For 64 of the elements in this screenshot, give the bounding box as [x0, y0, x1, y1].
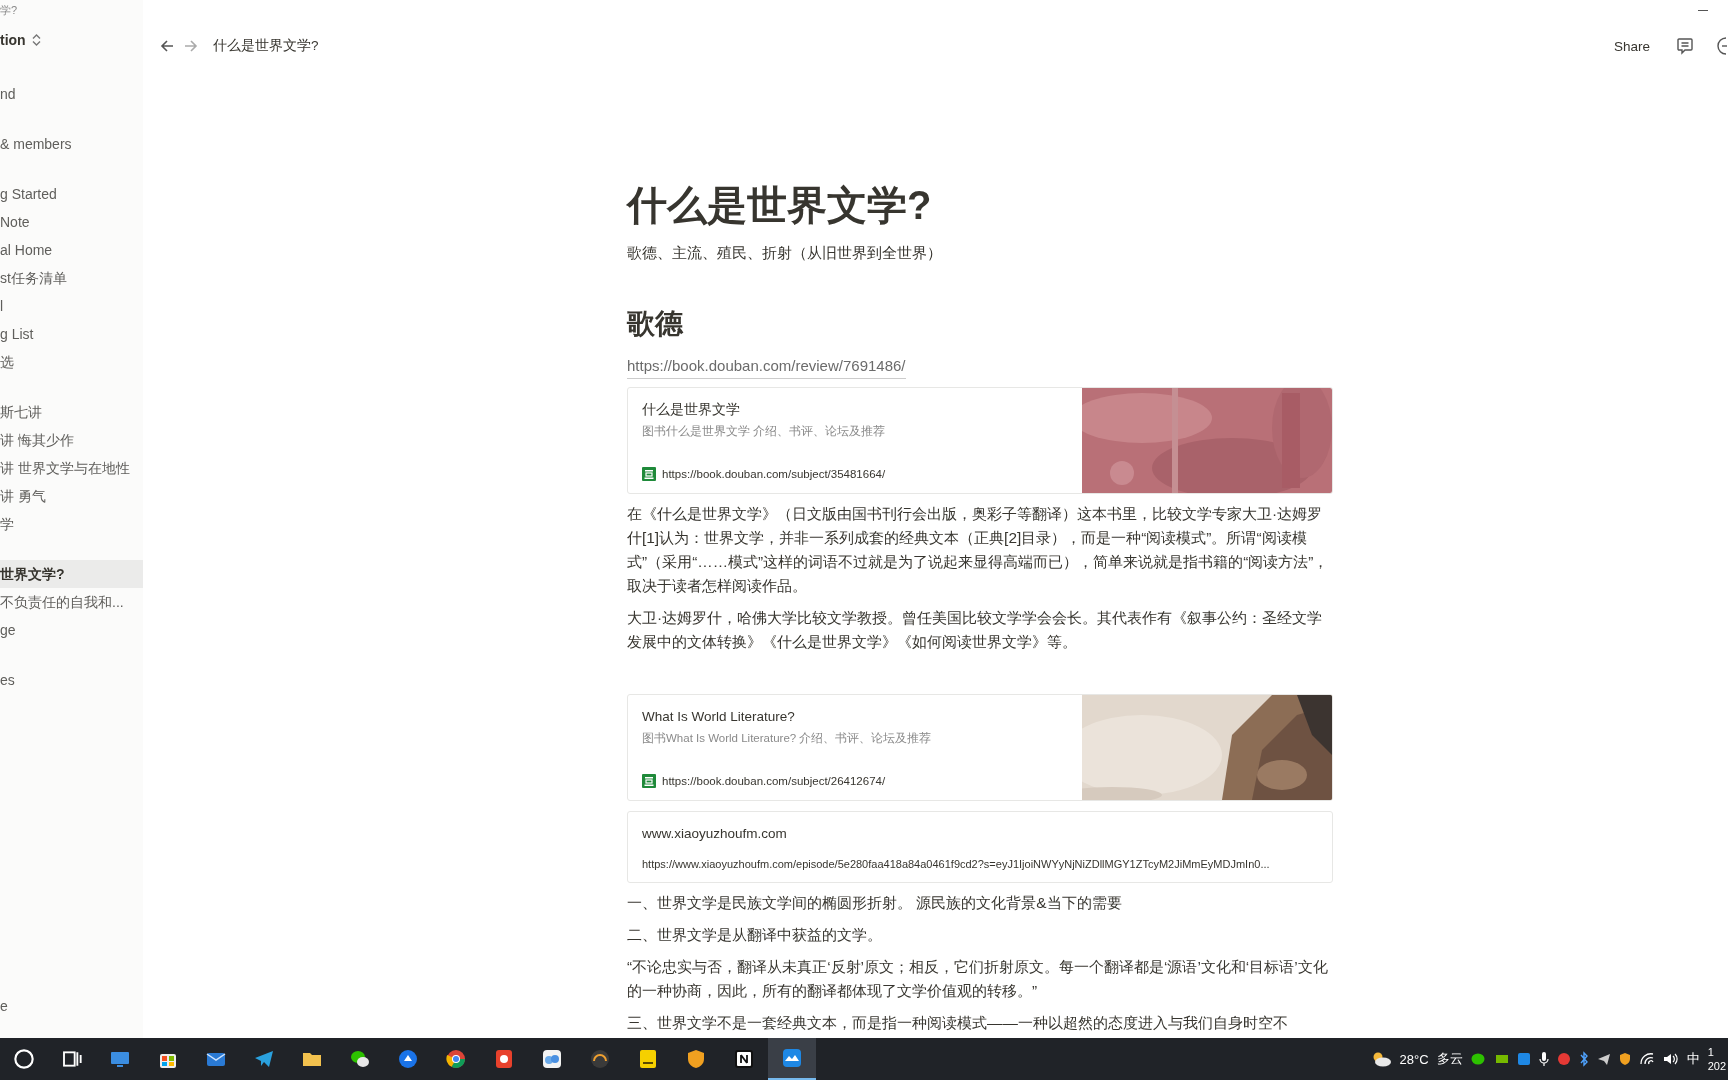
- bookmark-title: www.xiaoyuzhoufm.com: [642, 825, 788, 843]
- comment-icon[interactable]: [1676, 37, 1694, 55]
- sidebar-item[interactable]: es: [0, 666, 143, 694]
- paragraph: 在《什么是世界文学》（日文版由国书刊行会出版，奥彩子等翻译）这本书里，比较文学专家大卫·达姆罗什[1]认为：世界文学，并非一系列成套的经典文本（正典[2]目录），而是一种“阅读模式”。所谓“阅读模式”（采用“……模式”这样的词语不过就是为了说起来显得高端而已），简单来说就是指书籍的“阅读方法”，取决于读者怎样阅读作品。: [627, 504, 1330, 596]
- sidebar-item[interactable]: 讲 世界文学与在地性: [0, 454, 143, 482]
- sidebar-item[interactable]: g Started: [0, 180, 143, 208]
- sidebar-item[interactable]: Note: [0, 208, 143, 236]
- paragraph: 一、世界文学是民族文学间的椭圆形折射。 源民族的文化背景&当下的需要: [627, 893, 1123, 913]
- bookmark-description: 图书What Is World Literature? 介绍、书评、论坛及推荐: [642, 731, 933, 746]
- sidebar-item[interactable]: g List: [0, 320, 143, 348]
- share-button[interactable]: Share: [1613, 38, 1650, 54]
- input-method-indicator[interactable]: 中: [1686, 1050, 1700, 1068]
- sidebar-item[interactable]: ge: [0, 616, 143, 644]
- page-subtitle: 歌德、主流、殖民、折射（从旧世界到全世界）: [627, 243, 943, 263]
- bookmark-url: https://www.xiaoyuzhoufm.com/episode/5e280faa418a84a0461f9cd2?s=eyJ1IjoiNWYyNjNiZDllMGY1ZTcyM2JiMmEyMDJmIn0...: [642, 858, 1270, 870]
- send-tray-icon[interactable]: [1596, 1052, 1611, 1066]
- volume-icon[interactable]: [1662, 1052, 1679, 1066]
- sidebar-item[interactable]: l: [0, 292, 143, 320]
- breadcrumb[interactable]: 什么是世界文学?: [213, 37, 319, 55]
- bookmark-card[interactable]: 什么是世界文学 图书什么是世界文学 介绍、书评、论坛及推荐 https://book.douban.com/subject/35481664/: [627, 387, 1333, 494]
- window-title: 学?: [0, 4, 18, 16]
- updown-chevron-icon[interactable]: [31, 34, 41, 46]
- back-arrow-icon[interactable]: [159, 38, 175, 54]
- circle-tray-icon[interactable]: [1556, 1052, 1571, 1066]
- chat-tray-icon[interactable]: [1470, 1052, 1487, 1066]
- clock[interactable]: 1 202: [1707, 1045, 1728, 1073]
- bookmark-url: https://book.douban.com/subject/26412674/: [662, 775, 886, 787]
- bookmark-title: What Is World Literature?: [642, 708, 796, 726]
- bluetooth-icon[interactable]: [1578, 1051, 1589, 1067]
- site-icon: [642, 467, 656, 481]
- weather-condition[interactable]: 多云: [1436, 1050, 1463, 1068]
- bookmark-card[interactable]: What Is World Literature? 图书What Is World Literature? 介绍、书评、论坛及推荐 https://book.douban.com/subject/26412674/: [627, 694, 1333, 801]
- shield-tray-icon[interactable]: [1618, 1052, 1631, 1066]
- sidebar-item[interactable]: 讲 悔其少作: [0, 426, 143, 454]
- section-heading: 歌德: [627, 307, 685, 341]
- app-tray-icon[interactable]: [1516, 1052, 1531, 1066]
- bookmark-title: 什么是世界文学: [642, 401, 741, 419]
- bookmark-card[interactable]: www.xiaoyuzhoufm.com https://www.xiaoyuzhoufm.com/episode/5e280faa418a84a0461f9cd2?s=eyJ1IjoiNWYyNjNiZDllMGY1ZTcyM2JiMmEyMDJmIn0...: [627, 811, 1333, 883]
- temperature[interactable]: 28°C: [1399, 1051, 1429, 1067]
- sidebar-item[interactable]: e: [0, 998, 8, 1014]
- sidebar-item[interactable]: nd: [0, 80, 143, 108]
- bookmark-url: https://book.douban.com/subject/35481664/: [662, 468, 886, 480]
- gpu-tray-icon[interactable]: [1494, 1052, 1509, 1066]
- wave-app-icon[interactable]: [768, 1038, 816, 1080]
- sidebar-item[interactable]: 世界文学?: [0, 560, 143, 588]
- page-title: 什么是世界文学?: [627, 182, 933, 229]
- paragraph: 二、世界文学是从翻译中获益的文学。: [627, 925, 883, 945]
- sidebar-item[interactable]: al Home: [0, 236, 143, 264]
- site-icon: [642, 774, 656, 788]
- sidebar-item[interactable]: st任务清单: [0, 264, 143, 292]
- workspace-name[interactable]: tion: [0, 32, 26, 48]
- sidebar-item[interactable]: 讲 勇气: [0, 482, 143, 510]
- link[interactable]: https://book.douban.com/review/7691486/: [627, 354, 906, 379]
- sidebar-item[interactable]: & members: [0, 130, 143, 158]
- paragraph: 大卫·达姆罗什，哈佛大学比较文学教授。曾任美国比较文学学会会长。其代表作有《叙事公约：圣经文学发展中的文体转换》《什么是世界文学》《如何阅读世界文学》等。: [627, 608, 1324, 652]
- sidebar-item[interactable]: 不负责任的自我和...: [0, 588, 143, 616]
- sidebar-item[interactable]: 斯七讲: [0, 398, 143, 426]
- network-icon[interactable]: [1638, 1052, 1655, 1066]
- sidebar-item[interactable]: 选: [0, 348, 143, 376]
- paragraph: 三、世界文学不是一套经典文本，而是指一种阅读模式——一种以超然的态度进入与我们自身时空不: [627, 1013, 1289, 1033]
- microphone-icon[interactable]: [1538, 1051, 1549, 1067]
- sidebar-item[interactable]: 学: [0, 510, 143, 538]
- paragraph: “不论忠实与否，翻译从未真正‘反射’原文；相反，它们折射原文。每一个翻译都是‘源语’文化和‘目标语’文化的一种协商，因此，所有的翻译都体现了文学价值观的转移。”: [627, 957, 1329, 1001]
- bookmark-description: 图书什么是世界文学 介绍、书评、论坛及推荐: [642, 424, 887, 439]
